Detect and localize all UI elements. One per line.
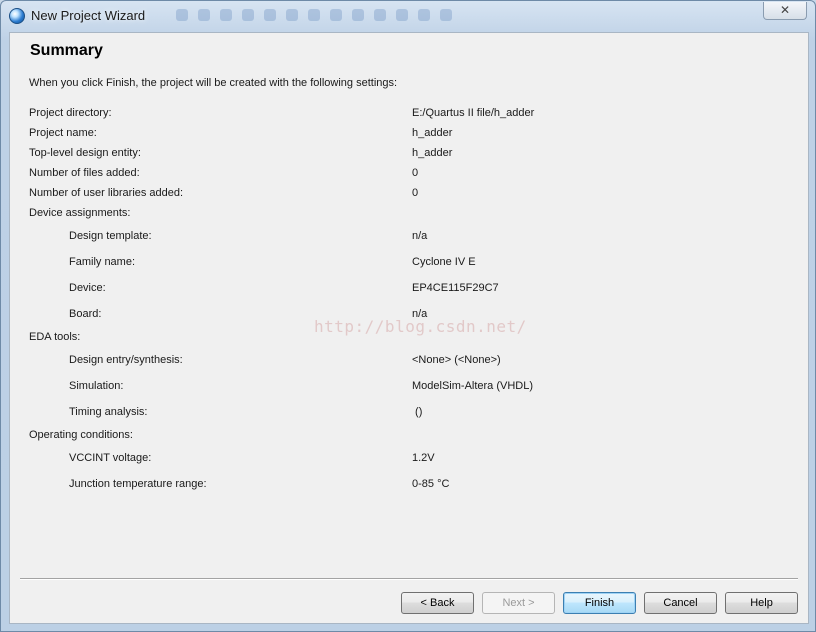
summary-row: Simulation: ModelSim-Altera (VHDL): [10, 380, 800, 394]
back-button[interactable]: < Back: [401, 592, 474, 614]
toolbar-icon: [198, 9, 210, 21]
row-label: Project name:: [29, 127, 97, 139]
row-value: EP4CE115F29C7: [412, 282, 499, 294]
quartus-app-icon: [9, 8, 25, 24]
toolbar-icon: [374, 9, 386, 21]
toolbar-icon: [242, 9, 254, 21]
summary-row: Top-level design entity: h_adder: [10, 147, 800, 161]
intro-text: When you click Finish, the project will …: [29, 77, 398, 89]
row-label: Design template:: [69, 230, 152, 242]
wizard-page: Summary When you click Finish, the proje…: [9, 32, 809, 624]
row-label: VCCINT voltage:: [69, 452, 152, 464]
button-divider: [20, 578, 798, 580]
toolbar-icon: [176, 9, 188, 21]
row-value: h_adder: [412, 147, 453, 159]
summary-row: Design template: n/a: [10, 230, 800, 244]
background-toolbar: [176, 8, 462, 24]
toolbar-icon: [264, 9, 276, 21]
summary-row: Project directory: E:/Quartus II file/h_…: [10, 107, 800, 121]
toolbar-icon: [330, 9, 342, 21]
close-icon: ✕: [779, 3, 791, 17]
row-value: 0-85 °C: [412, 478, 450, 490]
row-value: (): [412, 406, 423, 418]
title-bar[interactable]: New Project Wizard ✕: [1, 1, 815, 31]
section-header-device-assignments: Device assignments:: [10, 207, 800, 221]
row-value: 0: [412, 167, 419, 179]
row-label: EDA tools:: [29, 331, 81, 343]
row-label: Device:: [69, 282, 106, 294]
row-label: Device assignments:: [29, 207, 131, 219]
summary-row: Timing analysis: (): [10, 406, 800, 420]
help-button[interactable]: Help: [725, 592, 798, 614]
row-label: Project directory:: [29, 107, 112, 119]
row-value: h_adder: [412, 127, 453, 139]
watermark-text: http://blog.csdn.net/: [314, 317, 527, 336]
summary-row: Design entry/synthesis: <None> (<None>): [10, 354, 800, 368]
toolbar-icon: [220, 9, 232, 21]
summary-row: Device: EP4CE115F29C7: [10, 282, 800, 296]
row-value: 1.2V: [412, 452, 435, 464]
toolbar-icon: [286, 9, 298, 21]
summary-row: Project name: h_adder: [10, 127, 800, 141]
summary-row: Junction temperature range: 0-85 °C: [10, 478, 800, 492]
wizard-window: New Project Wizard ✕ Summary When you cl…: [0, 0, 816, 632]
next-button[interactable]: Next >: [482, 592, 555, 614]
summary-row: Number of user libraries added: 0: [10, 187, 800, 201]
toolbar-icon: [418, 9, 430, 21]
toolbar-icon: [396, 9, 408, 21]
window-title: New Project Wizard: [31, 8, 146, 23]
summary-row: VCCINT voltage: 1.2V: [10, 452, 800, 466]
toolbar-icon: [440, 9, 452, 21]
toolbar-icon: [352, 9, 364, 21]
row-label: Family name:: [69, 256, 136, 268]
row-label: Design entry/synthesis:: [69, 354, 183, 366]
row-label: Simulation:: [69, 380, 124, 392]
row-label: Top-level design entity:: [29, 147, 141, 159]
row-label: Number of files added:: [29, 167, 140, 179]
toolbar-icon: [308, 9, 320, 21]
row-label: Timing analysis:: [69, 406, 148, 418]
row-value: ModelSim-Altera (VHDL): [412, 380, 534, 392]
row-label: Number of user libraries added:: [29, 187, 184, 199]
cancel-button[interactable]: Cancel: [644, 592, 717, 614]
finish-button[interactable]: Finish: [563, 592, 636, 614]
summary-row: Number of files added: 0: [10, 167, 800, 181]
row-value: E:/Quartus II file/h_adder: [412, 107, 535, 119]
row-value: Cyclone IV E: [412, 256, 476, 268]
close-button[interactable]: ✕: [763, 2, 807, 20]
page-title: Summary: [30, 42, 103, 59]
row-value: n/a: [412, 230, 428, 242]
row-label: Board:: [69, 308, 102, 320]
summary-row: Family name: Cyclone IV E: [10, 256, 800, 270]
row-value: 0: [412, 187, 419, 199]
row-value: <None> (<None>): [412, 354, 501, 366]
row-label: Junction temperature range:: [69, 478, 207, 490]
row-label: Operating conditions:: [29, 429, 133, 441]
section-header-operating-conditions: Operating conditions:: [10, 429, 800, 443]
